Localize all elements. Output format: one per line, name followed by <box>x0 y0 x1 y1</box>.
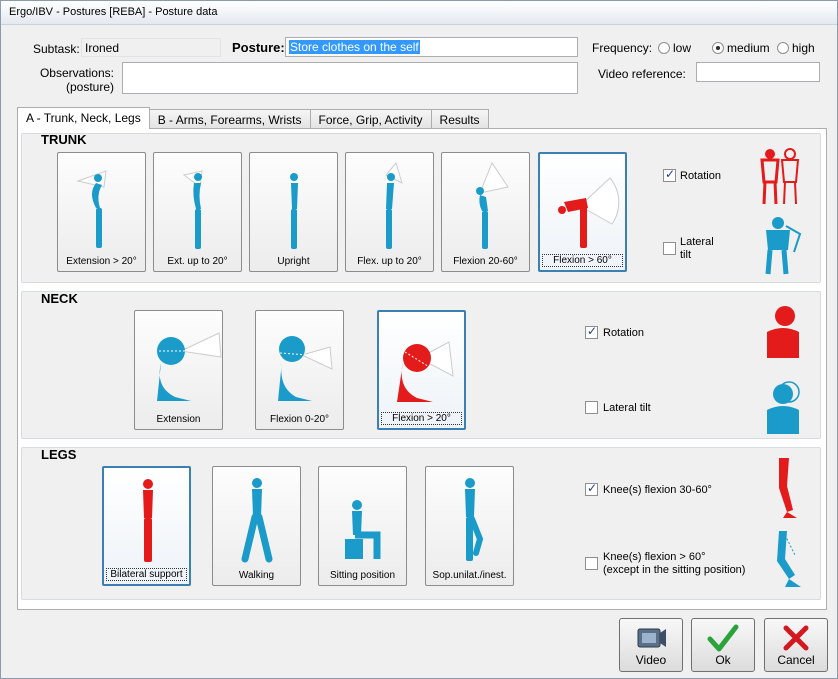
posture-input-value: Store clothes on the self <box>289 40 420 54</box>
radio-low-indicator <box>658 42 670 54</box>
cancel-button-label: Cancel <box>777 653 815 667</box>
legs-card-label: Sop.unilat./inest. <box>432 570 507 581</box>
trunk-rotation-checkbox[interactable] <box>663 167 676 182</box>
neck-lateral-tilt-figure-icon <box>767 381 800 434</box>
neck-card-label: Flexion > 20° <box>381 412 462 425</box>
knee-30-60-figure-icon <box>779 458 797 518</box>
tab-arms-forearms-wrists[interactable]: B - Arms, Forearms, Wrists <box>148 109 311 129</box>
frequency-label: Frequency: <box>592 41 653 55</box>
trunk-card-label: Ext. up to 20° <box>167 256 228 267</box>
frequency-high-radio[interactable]: high <box>777 41 815 55</box>
trunk-rotation-figure-icon <box>760 148 800 205</box>
trunk-card-label: Extension > 20° <box>66 256 137 267</box>
trunk-flexion-60-figure-icon <box>558 177 620 248</box>
trunk-card-label: Upright <box>277 256 310 267</box>
observations-sublabel: (posture) <box>65 80 114 94</box>
neck-card-flexion-0-20[interactable]: Flexion 0-20° <box>255 310 344 430</box>
legs-card-bilateral-support[interactable]: Bilateral support <box>102 466 191 586</box>
frequency-low-radio[interactable]: low <box>658 41 691 55</box>
cancel-x-icon <box>783 625 809 651</box>
legs-title: LEGS <box>41 447 77 462</box>
neck-rotation-label: Rotation <box>603 327 644 339</box>
checkmark-icon <box>707 624 739 652</box>
neck-card-label: Flexion 0-20° <box>269 414 330 425</box>
knee-flexion-60-label: Knee(s) flexion > 60° (except in the sitt… <box>603 551 746 576</box>
trunk-card-extension-20[interactable]: Extension > 20° <box>57 152 146 272</box>
legs-card-unilateral-support[interactable]: Sop.unilat./inest. <box>425 466 514 586</box>
trunk-title: TRUNK <box>41 132 87 147</box>
ok-button-label: Ok <box>715 653 731 667</box>
trunk-extension-figure-icon <box>76 170 107 248</box>
trunk-card-flex-up-to-20[interactable]: Flex. up to 20° <box>345 152 434 272</box>
neck-card-extension[interactable]: Extension <box>134 310 223 430</box>
trunk-flexion-20-60-figure-icon <box>476 161 509 249</box>
cancel-button[interactable]: Cancel <box>764 618 828 672</box>
posture-data-window: Ergo/IBV - Postures [REBA] - Posture dat… <box>0 0 838 679</box>
legs-bilateral-figure-icon <box>143 479 153 562</box>
posture-input[interactable]: Store clothes on the self <box>285 37 578 57</box>
knee-flexion-30-60-label: Knee(s) flexion 30-60° <box>603 484 712 496</box>
posture-label: Posture: <box>232 40 285 55</box>
tab-results[interactable]: Results <box>430 109 489 129</box>
legs-sitting-figure-icon <box>345 500 381 559</box>
trunk-card-flexion-20-60[interactable]: Flexion 20-60° <box>441 152 530 272</box>
window-title: Ergo/IBV - Postures [REBA] - Posture dat… <box>1 1 837 25</box>
trunk-flex-20-figure-icon <box>385 161 403 249</box>
video-button-label: Video <box>635 653 667 667</box>
subtask-label: Subtask: <box>33 42 80 56</box>
trunk-rotation-label: Rotation <box>680 170 721 182</box>
legs-walking-figure-icon <box>241 478 273 563</box>
legs-card-sitting-position[interactable]: Sitting position <box>318 466 407 586</box>
trunk-lateral-tilt-label: Lateral tilt <box>680 236 714 261</box>
observations-input[interactable] <box>122 62 578 94</box>
trunk-card-label: Flexion > 60° <box>542 254 623 267</box>
frequency-medium-radio[interactable]: medium <box>712 41 770 55</box>
tab-trunk-neck-legs[interactable]: A - Trunk, Neck, Legs <box>17 107 150 129</box>
trunk-lateral-tilt-checkbox[interactable] <box>663 242 676 255</box>
neck-rotation-figure-icon <box>767 306 799 358</box>
neck-flexion-20-figure-icon <box>397 341 454 402</box>
trunk-card-ext-up-to-20[interactable]: Ext. up to 20° <box>153 152 242 272</box>
subtask-field: Ironed <box>81 38 221 57</box>
neck-lateral-tilt-checkbox[interactable] <box>585 401 598 414</box>
tab-force-grip-activity[interactable]: Force, Grip, Activity <box>309 109 432 129</box>
legs-card-walking[interactable]: Walking <box>212 466 301 586</box>
neck-title: NECK <box>41 291 78 306</box>
video-reference-input[interactable] <box>696 62 820 82</box>
neck-card-flexion-20[interactable]: Flexion > 20° <box>377 310 466 430</box>
observations-label: Observations: <box>39 66 114 80</box>
trunk-card-label: Flex. up to 20° <box>357 256 422 267</box>
trunk-card-flexion-60[interactable]: Flexion > 60° <box>538 152 627 272</box>
trunk-upright-figure-icon <box>290 173 298 249</box>
trunk-lateral-tilt-figure-icon <box>765 217 802 275</box>
neck-flexion-0-20-figure-icon <box>278 336 333 401</box>
video-reference-label: Video reference: <box>598 67 686 81</box>
trunk-card-upright[interactable]: Upright <box>249 152 338 272</box>
ok-button[interactable]: Ok <box>691 618 755 672</box>
knee-flexion-30-60-checkbox[interactable] <box>585 481 598 496</box>
legs-card-label: Bilateral support <box>106 568 187 581</box>
legs-unilateral-figure-icon <box>465 478 484 561</box>
neck-lateral-tilt-label: Lateral tilt <box>603 402 651 414</box>
radio-high-indicator <box>777 42 789 54</box>
trunk-card-label: Flexion 20-60° <box>453 256 518 267</box>
video-camera-icon <box>637 628 666 648</box>
tab-strip: A - Trunk, Neck, Legs B - Arms, Forearms… <box>17 107 489 129</box>
knee-flexion-60-checkbox[interactable] <box>585 557 598 570</box>
knee-60-figure-icon <box>777 531 801 587</box>
neck-extension-figure-icon <box>157 332 222 401</box>
trunk-ext-20-figure-icon <box>182 170 203 249</box>
neck-rotation-checkbox[interactable] <box>585 324 598 339</box>
video-button[interactable]: Video <box>619 618 683 672</box>
legs-card-label: Walking <box>238 570 275 581</box>
neck-card-label: Extension <box>156 414 201 425</box>
radio-medium-indicator <box>712 42 724 54</box>
legs-card-label: Sitting position <box>329 570 396 581</box>
